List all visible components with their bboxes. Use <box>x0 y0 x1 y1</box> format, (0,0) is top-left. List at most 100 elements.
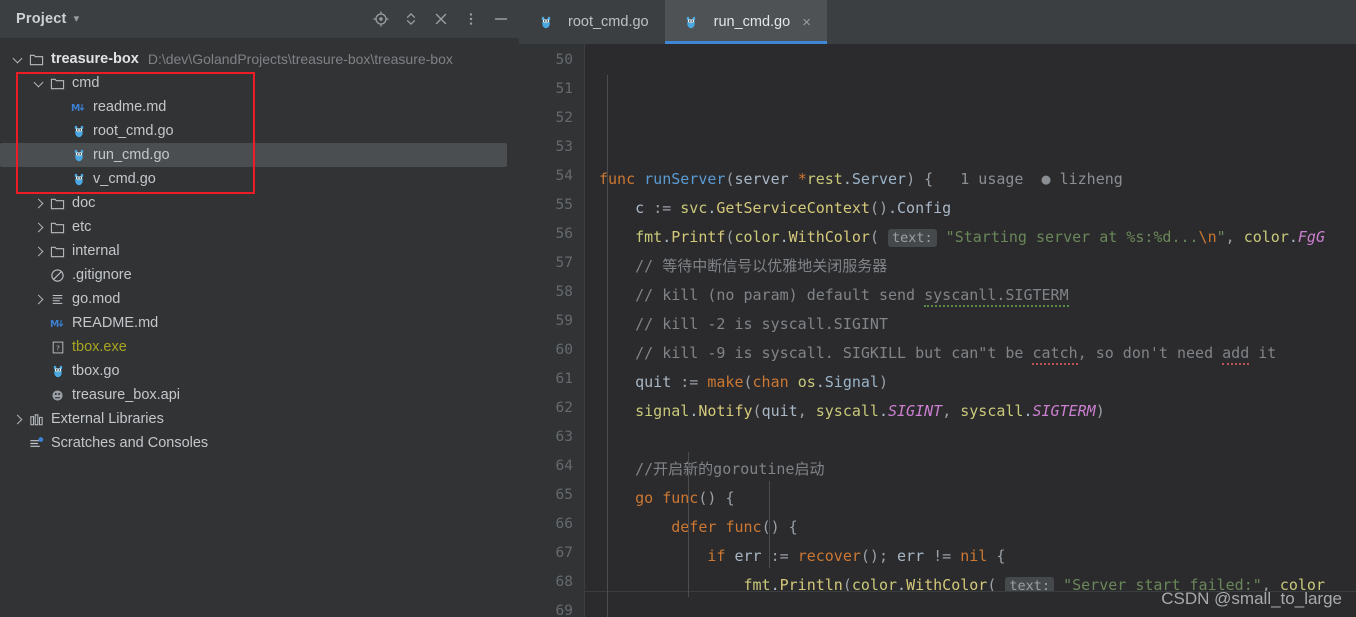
folder-icon <box>28 51 45 68</box>
editor-tab-run-cmd-go[interactable]: run_cmd.go × <box>664 0 828 44</box>
code-content[interactable]: func runServer(server *rest.Server) { 1 … <box>585 44 1356 617</box>
scratches-icon <box>28 435 45 452</box>
tree-item-label: treasure-box <box>51 50 139 67</box>
line-number: 64 <box>555 458 573 474</box>
tree-item-tbox-go[interactable]: tbox.go <box>0 359 519 383</box>
go-gopher-icon <box>683 14 700 31</box>
editor-area: root_cmd.go run_cmd.go × 50 51 52 53 54 55 56 57 5… <box>519 0 1356 617</box>
tree-item-scratches-consoles[interactable]: Scratches and Consoles <box>0 431 519 455</box>
code-line-61: //开启新的goroutine启动 <box>635 460 825 478</box>
tree-item-treasure-box[interactable]: treasure-box D:\dev\GolandProjects\treasu… <box>0 47 519 71</box>
chevron-down-icon[interactable] <box>12 53 25 66</box>
api-icon <box>49 387 66 404</box>
goland-window: Project ▾ treasure-box D:\dev\GolandProj… <box>0 0 1356 617</box>
project-file-tree[interactable]: treasure-box D:\dev\GolandProjects\treasu… <box>0 38 519 455</box>
tree-item-label: External Libraries <box>51 410 164 427</box>
line-number: 51 <box>555 81 573 97</box>
chevron-right-icon[interactable] <box>33 245 46 258</box>
go-mod-icon <box>49 291 66 308</box>
tree-item-etc[interactable]: etc <box>0 215 519 239</box>
code-line-64: if err := recover(); err != nil { <box>707 547 1006 565</box>
expand-collapse-icon[interactable] <box>403 11 419 27</box>
line-number: 54 <box>555 168 573 184</box>
svg-text:?: ? <box>56 343 60 352</box>
chevron-right-icon[interactable] <box>33 221 46 234</box>
folder-icon <box>49 219 66 236</box>
folder-icon <box>49 195 66 212</box>
tree-item-cmd[interactable]: cmd <box>0 71 519 95</box>
indent-guide <box>769 481 770 568</box>
tree-item-label: root_cmd.go <box>93 122 174 139</box>
library-icon <box>28 411 45 428</box>
code-line-58: quit := make(chan os.Signal) <box>635 373 888 391</box>
editor-tab-bar: root_cmd.go run_cmd.go × <box>519 0 1356 44</box>
chevron-right-icon[interactable] <box>33 197 46 210</box>
code-line-51: func runServer(server *rest.Server) { 1 … <box>599 170 1123 188</box>
line-number: 63 <box>555 429 573 445</box>
more-options-icon[interactable] <box>463 11 479 27</box>
editor-tab-root-cmd-go[interactable]: root_cmd.go <box>519 0 665 44</box>
editor-tab-label: run_cmd.go <box>713 14 791 30</box>
tree-item-v-cmd-go[interactable]: v_cmd.go <box>0 167 519 191</box>
tree-item-run-cmd-go[interactable]: run_cmd.go <box>0 143 507 167</box>
tree-item-readme-md[interactable]: Mreadme.md <box>0 95 519 119</box>
tree-item-treasure-box-api[interactable]: treasure_box.api <box>0 383 519 407</box>
tree-item-external-libraries[interactable]: External Libraries <box>0 407 519 431</box>
chevron-right-icon[interactable] <box>33 293 46 306</box>
minimize-icon[interactable] <box>493 11 509 27</box>
locate-target-icon[interactable] <box>373 11 389 27</box>
tree-item-label: Scratches and Consoles <box>51 434 209 451</box>
line-number: 56 <box>555 226 573 242</box>
close-icon[interactable]: × <box>802 15 811 30</box>
line-number-gutter: 50 51 52 53 54 55 56 57 58 59 60 61 62 63 64 65 66 67 68 69 <box>519 44 585 617</box>
code-line-55: // kill (no param) default send syscanll… <box>585 281 1356 310</box>
indent-guide <box>607 75 608 617</box>
line-number: 59 <box>555 313 573 329</box>
folder-icon <box>49 75 66 92</box>
markdown-icon: M <box>49 315 66 332</box>
line-number: 50 <box>555 52 573 68</box>
line-number: 58 <box>555 284 573 300</box>
chevron-right-icon[interactable] <box>12 413 25 426</box>
line-number: 68 <box>555 574 573 590</box>
tree-item-tbox-exe[interactable]: ? tbox.exe <box>0 335 519 359</box>
line-number: 66 <box>555 516 573 532</box>
chevron-down-icon[interactable]: ▾ <box>74 13 80 25</box>
go-gopher-icon <box>49 363 66 380</box>
project-panel-header: Project ▾ <box>0 0 519 38</box>
project-tool-window: Project ▾ treasure-box D:\dev\GolandProj… <box>0 0 519 617</box>
watermark-text: CSDN @small_to_large <box>1161 589 1342 608</box>
line-number: 57 <box>555 255 573 271</box>
tree-item-label: go.mod <box>72 290 121 307</box>
tree-item-root-cmd-go[interactable]: root_cmd.go <box>0 119 519 143</box>
tree-item-label: tbox.go <box>72 362 120 379</box>
line-number: 52 <box>555 110 573 126</box>
chevron-down-icon[interactable] <box>33 77 46 90</box>
tree-item-label: readme.md <box>93 98 167 115</box>
code-editor[interactable]: 50 51 52 53 54 55 56 57 58 59 60 61 62 63 64 65 66 67 68 69… <box>519 44 1356 617</box>
tree-item-doc[interactable]: doc <box>0 191 519 215</box>
code-line-53: fmt.Printf(color.WithColor( text: "Start… <box>635 228 1325 247</box>
code-line-57: // kill -9 is syscall. SIGKILL but can"t… <box>585 339 1356 368</box>
indent-guide <box>688 452 689 597</box>
go-gopher-icon <box>537 14 554 31</box>
code-line-62: go func() { <box>635 489 735 507</box>
gitignore-icon <box>49 267 66 284</box>
tree-item-internal[interactable]: internal <box>0 239 519 263</box>
close-icon[interactable] <box>433 11 449 27</box>
line-number: 62 <box>555 400 573 416</box>
code-line-63: defer func() { <box>671 518 798 536</box>
go-gopher-icon <box>70 171 87 188</box>
tree-item-gitignore[interactable]: .gitignore <box>0 263 519 287</box>
tree-item-readme-md-root[interactable]: M README.md <box>0 311 519 335</box>
tree-item-label: run_cmd.go <box>93 146 170 163</box>
tree-item-label: v_cmd.go <box>93 170 156 187</box>
tree-item-go-mod[interactable]: go.mod <box>0 287 519 311</box>
